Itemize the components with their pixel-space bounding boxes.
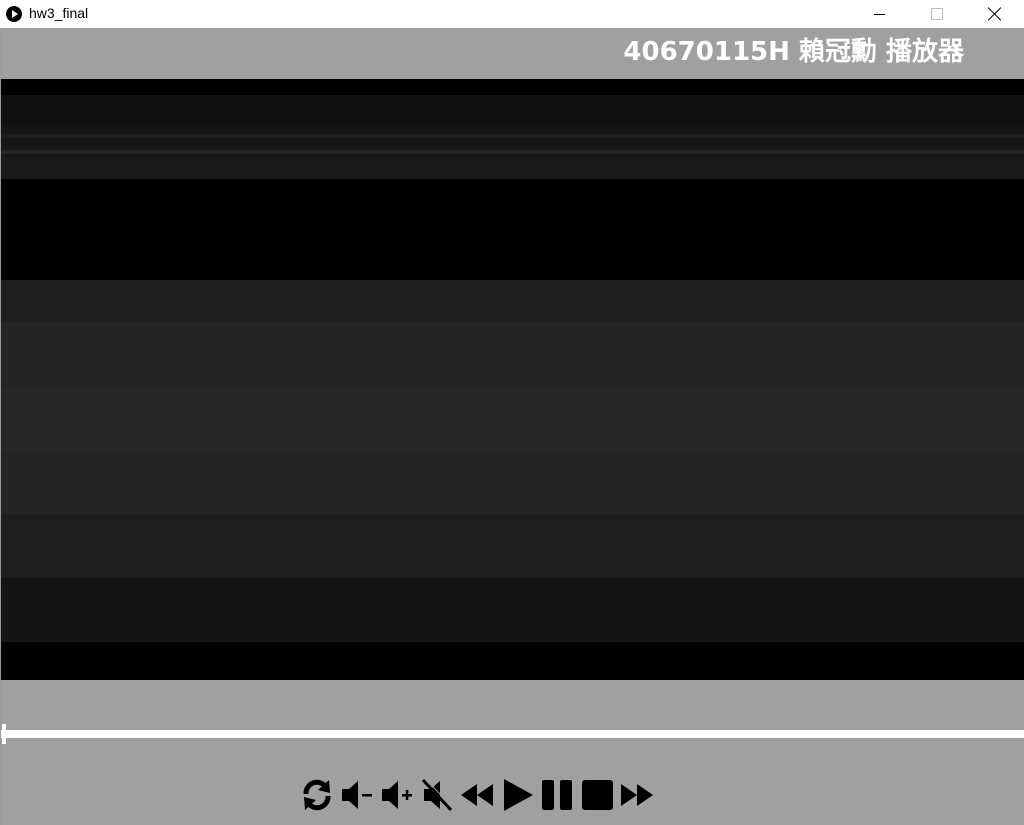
volume-up-button[interactable] (379, 776, 417, 814)
rewind-button[interactable] (459, 776, 497, 814)
close-icon (988, 7, 1002, 21)
mute-icon (421, 777, 454, 812)
pause-icon (542, 780, 572, 810)
video-frame[interactable] (1, 79, 1024, 680)
video-band (1, 150, 1024, 154)
volume-up-icon (382, 781, 412, 809)
stop-icon (582, 780, 613, 810)
video-band (1, 134, 1024, 138)
video-band (1, 387, 1024, 452)
pause-button[interactable] (539, 776, 577, 814)
volume-down-icon (342, 781, 372, 809)
window-title: hw3_final (29, 5, 89, 21)
rewind-icon (461, 784, 493, 806)
maximize-icon (931, 8, 943, 20)
loop-button[interactable] (298, 776, 336, 814)
fast-forward-icon (621, 784, 653, 806)
video-band (1, 157, 1024, 179)
stop-button[interactable] (579, 776, 617, 814)
video-band (1, 95, 1024, 127)
play-icon (504, 779, 533, 811)
video-band (1, 642, 1024, 680)
video-band (1, 179, 1024, 280)
minimize-button[interactable] (850, 0, 908, 28)
fast-forward-button[interactable] (619, 776, 657, 814)
volume-down-button[interactable] (339, 776, 377, 814)
playback-controls (298, 776, 658, 814)
maximize-button[interactable] (908, 0, 966, 28)
window-titlebar: hw3_final (0, 0, 1024, 28)
mute-button[interactable] (419, 776, 457, 814)
progress-bar[interactable] (1, 730, 1024, 738)
loop-icon (303, 779, 331, 811)
minimize-icon (873, 13, 885, 15)
video-band (1, 578, 1024, 642)
video-band (1, 514, 1024, 578)
progress-handle[interactable] (2, 724, 6, 744)
player-title: 40670115H 賴冠勳 播放器 (623, 37, 964, 67)
video-band (1, 280, 1024, 322)
play-button[interactable] (499, 776, 537, 814)
close-button[interactable] (966, 0, 1024, 28)
app-play-icon (6, 6, 22, 22)
